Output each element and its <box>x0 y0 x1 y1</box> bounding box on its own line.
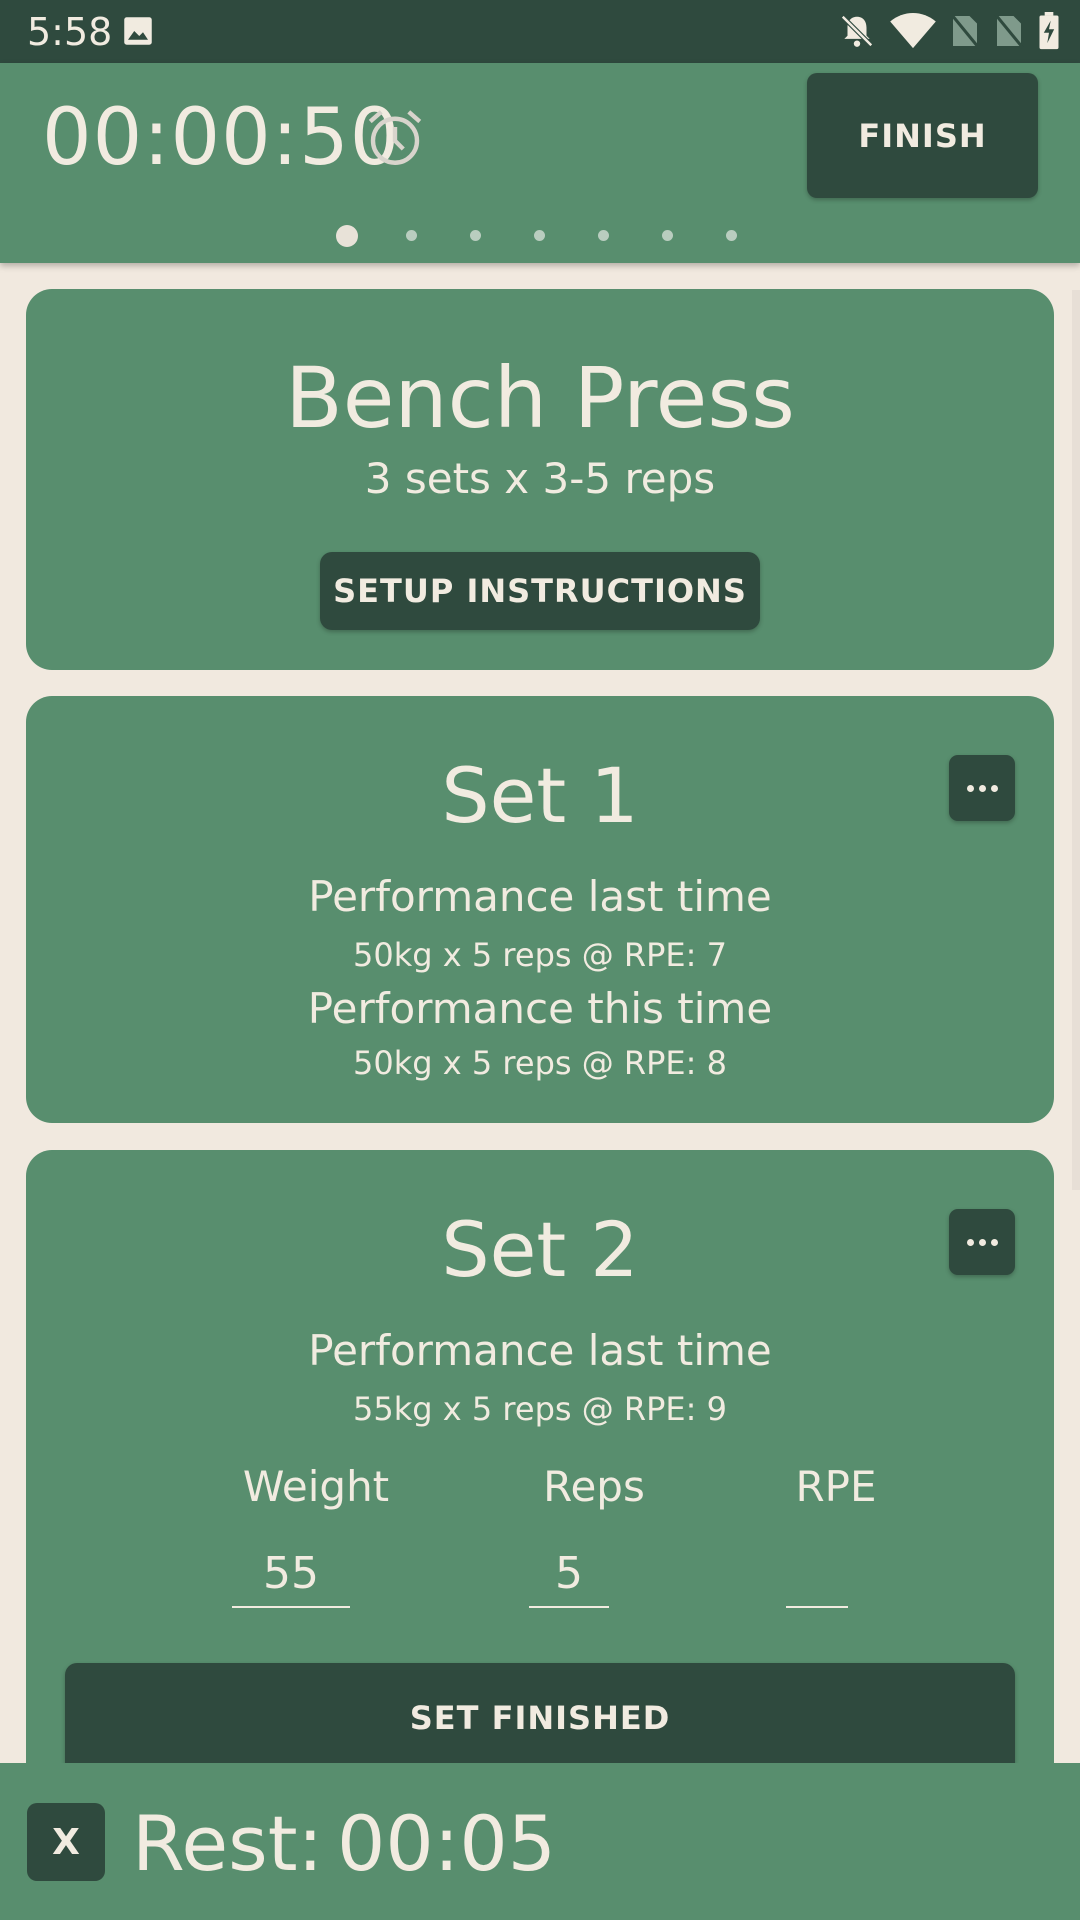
more-dot <box>990 1238 998 1246</box>
page-dot[interactable] <box>534 230 545 241</box>
more-dot <box>978 1238 986 1246</box>
performance-this-label: Performance this time <box>307 984 773 1033</box>
set-finished-button[interactable]: SET FINISHED <box>65 1663 1015 1773</box>
performance-this-value: 50kg x 5 reps @ RPE: 8 <box>353 1044 727 1082</box>
page-dot-active[interactable] <box>336 225 358 247</box>
exercise-card: Bench Press 3 sets x 3-5 reps SETUP INST… <box>26 289 1054 670</box>
performance-last-value: 55kg x 5 reps @ RPE: 9 <box>353 1390 727 1428</box>
set-card: Set 2 Performance last time 55kg x 5 rep… <box>26 1150 1054 1790</box>
no-sim-icon <box>950 13 980 49</box>
finish-button[interactable]: FINISH <box>807 73 1038 198</box>
page-dot[interactable] <box>406 230 417 241</box>
rpe-label: RPE <box>795 1462 877 1511</box>
set-menu-button[interactable] <box>949 1209 1015 1275</box>
page-dot[interactable] <box>726 230 737 241</box>
alarm-icon[interactable] <box>362 105 428 175</box>
page-dot[interactable] <box>470 230 481 241</box>
image-icon <box>123 16 153 50</box>
dismiss-rest-button[interactable]: X <box>27 1803 105 1881</box>
page-indicator <box>0 225 1080 255</box>
exercise-scheme: 3 sets x 3-5 reps <box>364 454 716 503</box>
more-dot <box>978 784 986 792</box>
reps-input[interactable]: 5 <box>529 1546 609 1608</box>
performance-last-value: 50kg x 5 reps @ RPE: 7 <box>353 936 727 974</box>
notifications-off-icon <box>838 12 876 50</box>
set-title: Set 1 <box>441 751 639 840</box>
rest-label: Rest: <box>132 1799 324 1888</box>
performance-last-label: Performance last time <box>308 872 772 921</box>
workout-header: 00:00:50 FINISH <box>0 63 1080 263</box>
setup-instructions-button[interactable]: SETUP INSTRUCTIONS <box>320 552 760 630</box>
wifi-icon <box>890 12 936 50</box>
performance-last-label: Performance last time <box>308 1326 772 1375</box>
exercise-name: Bench Press <box>285 349 795 447</box>
more-dot <box>990 784 998 792</box>
more-dot <box>966 1238 974 1246</box>
rest-timer-bar: X Rest: 00:05 <box>0 1763 1080 1920</box>
scrollbar[interactable] <box>1072 290 1080 1190</box>
page-dot[interactable] <box>662 230 673 241</box>
reps-label: Reps <box>543 1462 645 1511</box>
battery-charging-icon <box>1038 12 1060 50</box>
set-title: Set 2 <box>441 1205 639 1294</box>
rest-time: 00:05 <box>337 1799 557 1888</box>
no-sim-icon <box>994 13 1024 49</box>
status-bar: 5:58 <box>0 0 1080 63</box>
rpe-input[interactable] <box>786 1546 848 1608</box>
elapsed-timer: 00:00:50 <box>42 93 401 183</box>
weight-input[interactable]: 55 <box>232 1546 350 1608</box>
weight-label: Weight <box>242 1462 390 1511</box>
more-dot <box>966 784 974 792</box>
status-time: 5:58 <box>27 10 113 54</box>
set-menu-button[interactable] <box>949 755 1015 821</box>
set-card: Set 1 Performance last time 50kg x 5 rep… <box>26 696 1054 1123</box>
page-dot[interactable] <box>598 230 609 241</box>
